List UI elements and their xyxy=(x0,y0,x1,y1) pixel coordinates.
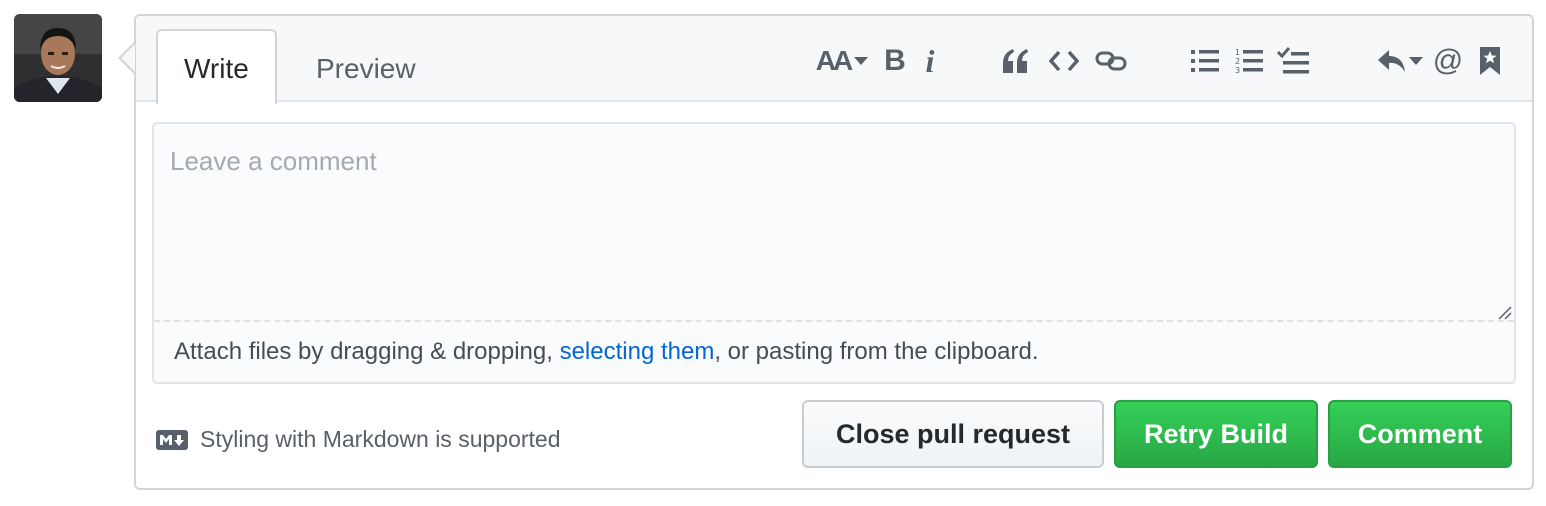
italic-icon[interactable]: i xyxy=(918,42,942,79)
unordered-list-icon[interactable] xyxy=(1190,44,1220,78)
quote-icon[interactable] xyxy=(1000,44,1030,78)
italic-glyph: i xyxy=(925,42,935,79)
unordered-list-icon-svg xyxy=(1191,50,1219,72)
ordered-list-icon-svg: 1 2 3 xyxy=(1235,48,1263,75)
comment-textarea[interactable]: Leave a comment xyxy=(154,124,1514,322)
chevron-down-icon xyxy=(854,57,869,65)
comment-form: Write Preview AA B i 1 2 3 @ Leave a com… xyxy=(134,14,1534,490)
bold-glyph: B xyxy=(884,44,906,77)
markdown-note-text: Styling with Markdown is supported xyxy=(200,426,561,452)
task-list-icon[interactable] xyxy=(1276,44,1312,78)
comment-button[interactable]: Comment xyxy=(1328,400,1512,468)
text-size-icon[interactable]: AA xyxy=(814,44,870,78)
task-list-icon-svg xyxy=(1277,47,1309,74)
link-icon[interactable] xyxy=(1094,44,1128,78)
tab-write[interactable]: Write xyxy=(156,29,277,104)
mention-glyph: @ xyxy=(1432,44,1464,77)
avatar-image xyxy=(14,14,102,102)
bookmark-icon xyxy=(1480,47,1500,75)
svg-text:3: 3 xyxy=(1235,66,1240,75)
code-icon[interactable] xyxy=(1048,44,1080,78)
svg-text:2: 2 xyxy=(1235,57,1240,66)
card-pointer-fill xyxy=(121,44,135,72)
reply-arrow-icon xyxy=(1378,50,1405,72)
retry-build-button[interactable]: Retry Build xyxy=(1114,400,1318,468)
mention-icon[interactable]: @ xyxy=(1432,44,1464,78)
bold-icon[interactable]: B xyxy=(880,44,910,78)
quote-icon-svg xyxy=(1003,49,1028,73)
text-size-glyph: AA xyxy=(815,45,853,76)
attach-files-hint: Attach files by dragging & dropping, sel… xyxy=(174,338,1039,366)
select-files-link[interactable]: selecting them xyxy=(560,338,715,365)
markdown-note[interactable]: Styling with Markdown is supported xyxy=(156,426,561,453)
link-icon-svg xyxy=(1095,51,1127,71)
code-icon-svg xyxy=(1049,50,1079,72)
comment-editor: Leave a comment Attach files by dragging… xyxy=(152,122,1516,384)
avatar[interactable] xyxy=(14,14,102,102)
resize-handle-icon[interactable] xyxy=(1496,304,1512,320)
markdown-icon xyxy=(156,429,188,450)
attach-prefix: Attach files by dragging & dropping, xyxy=(174,338,560,365)
svg-text:1: 1 xyxy=(1235,48,1240,57)
tab-preview[interactable]: Preview xyxy=(288,29,444,104)
chevron-down-icon xyxy=(1409,57,1423,65)
reference-icon[interactable] xyxy=(1478,44,1502,78)
ordered-list-icon[interactable]: 1 2 3 xyxy=(1234,44,1264,78)
reply-icon[interactable] xyxy=(1376,44,1424,78)
comment-placeholder: Leave a comment xyxy=(170,146,377,176)
close-pull-request-button[interactable]: Close pull request xyxy=(802,400,1104,468)
attach-suffix: , or pasting from the clipboard. xyxy=(714,338,1039,365)
